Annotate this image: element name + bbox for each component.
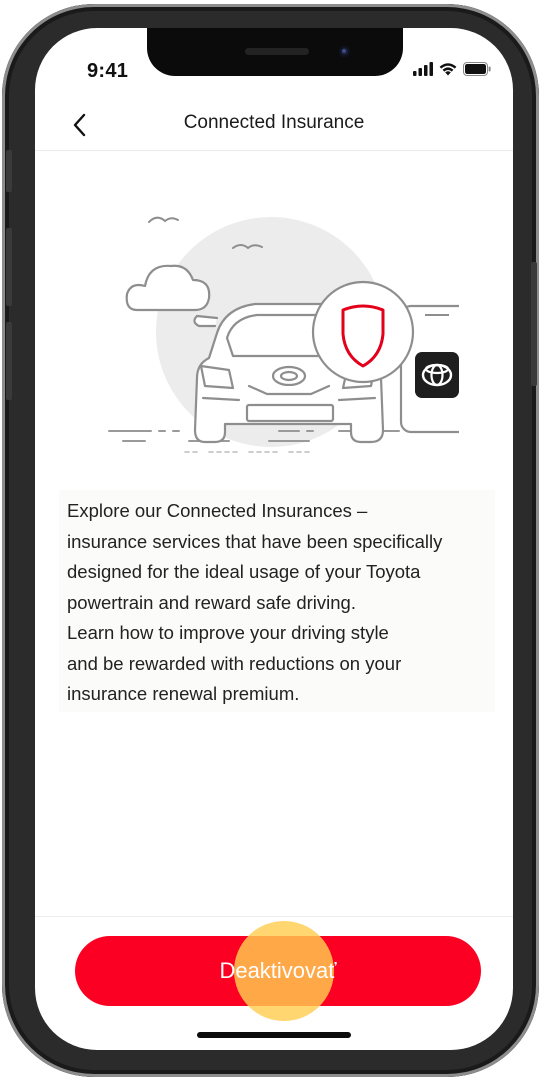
app-header: Connected Insurance [35,98,513,151]
mute-switch [6,150,12,192]
description-line: designed for the ideal usage of your Toy… [67,561,421,582]
home-indicator[interactable] [197,1032,351,1038]
notch [147,28,403,76]
bird-icon [148,216,179,223]
volume-down-button [6,322,12,400]
deactivate-button-label: Deaktivovať [219,958,337,983]
description-line: insurance renewal premium. [67,683,300,704]
power-button [531,262,537,386]
description-line: insurance services that have been specif… [67,530,443,552]
battery-icon [463,62,491,76]
front-camera [339,46,350,57]
footer-divider [35,916,513,917]
wifi-icon [439,63,457,76]
insurance-illustration [108,216,459,453]
description-line: Learn how to improve your driving style [67,622,389,643]
status-time: 9:41 [87,60,129,82]
volume-up-button [6,228,12,306]
page-title: Connected Insurance [183,112,365,133]
toyota-logo-icon [415,352,459,398]
description-line: Explore our Connected Insurances – [67,500,368,521]
app-screen: 9:41 Connected Insurance Explore our Con… [35,28,513,1050]
signal-icon [413,62,433,76]
description-line: powertrain and reward safe driving. [67,591,356,613]
status-icons [413,62,491,76]
description-box: Explore our Connected Insurances – insur… [59,490,495,712]
deactivate-button[interactable]: Deaktivovať [75,936,481,1006]
speaker [245,48,309,55]
description-line: and be rewarded with reductions on your [67,652,402,674]
